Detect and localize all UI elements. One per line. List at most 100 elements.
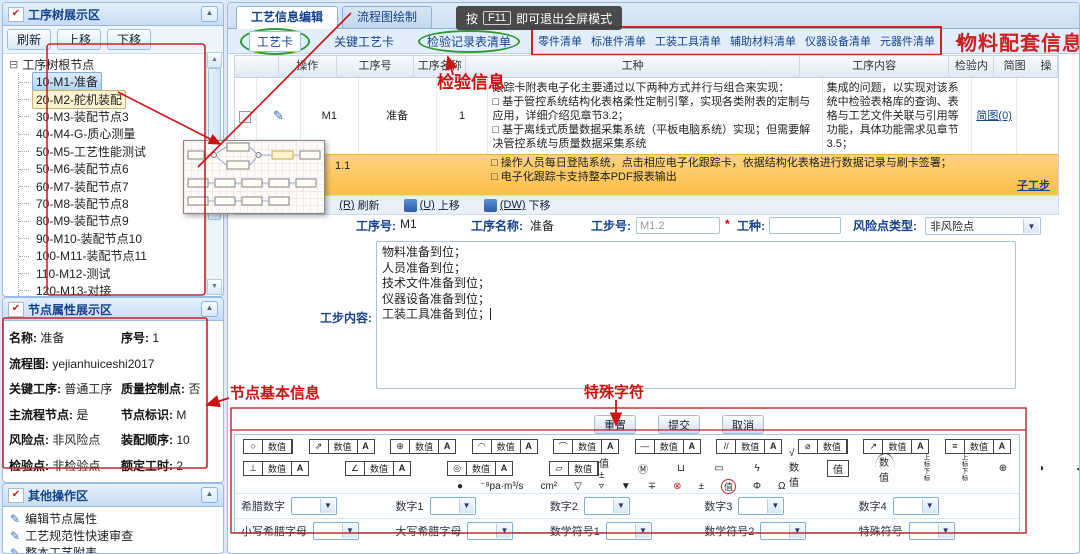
grid-column-header[interactable]: 工序号 <box>337 56 415 77</box>
step-content-textarea[interactable]: 物料准备到位； 人员准备到位； 技术文件准备到位； 仪器设备准备到位； 工装工具… <box>376 241 1016 389</box>
grid-column-header[interactable]: 工种 <box>466 56 800 77</box>
special-symbol-button[interactable]: Φ <box>753 481 761 492</box>
symbol-select[interactable]: ▼ <box>909 522 955 540</box>
document-tab[interactable]: 检验记录表清单 <box>427 33 511 50</box>
material-tab[interactable]: 零件清单 <box>538 33 582 49</box>
top-tab[interactable]: 流程图绘制 <box>342 6 432 28</box>
action-button[interactable]: 提交 <box>658 415 700 434</box>
step-no-input[interactable]: M1.2 <box>636 217 720 234</box>
gdt-frame-button[interactable]: ◎ 数值 A <box>447 461 513 476</box>
sketch-link[interactable]: 简图(0) <box>976 109 1011 123</box>
special-symbol-button[interactable]: ◕ <box>1073 463 1080 474</box>
chevron-down-icon[interactable]: ▼ <box>496 524 511 538</box>
gdt-frame-button[interactable]: ○ 数值 <box>243 439 293 454</box>
special-symbol-button[interactable]: 值 <box>827 460 849 477</box>
tree-node[interactable]: 40-M4-G-质心测量 <box>19 125 207 142</box>
tree-toolbar-button[interactable]: 刷新 <box>7 29 51 50</box>
scroll-down-icon[interactable]: ▼ <box>207 279 222 295</box>
chevron-down-icon[interactable]: ▼ <box>1023 219 1039 233</box>
action-button[interactable]: 重置 <box>594 415 636 434</box>
material-tab[interactable]: 标准件清单 <box>591 33 646 49</box>
special-symbol-button[interactable]: 数值 <box>875 453 895 484</box>
action-button[interactable]: 取消 <box>722 415 764 434</box>
operation-link[interactable]: ✎ 编辑节点属性 <box>3 510 223 527</box>
gdt-frame-button[interactable]: ∠ 数值 A <box>345 461 411 476</box>
symbol-select[interactable]: ▼ <box>291 497 337 515</box>
special-symbol-button[interactable]: 上标 下标 <box>921 454 933 482</box>
symbol-select[interactable]: ▼ <box>738 497 784 515</box>
chevron-down-icon[interactable]: ▼ <box>922 499 937 513</box>
material-tab[interactable]: 辅助材料清单 <box>730 33 796 49</box>
special-symbol-button[interactable]: Ω <box>778 481 785 492</box>
grid-column-header[interactable]: 操作 <box>279 56 337 77</box>
tree-node[interactable]: 120-M13-对接 <box>19 282 207 296</box>
chevron-down-icon[interactable]: ▼ <box>342 524 357 538</box>
grid-column-header[interactable]: 简图 <box>994 56 1035 77</box>
special-symbol-button[interactable]: ▼ <box>621 481 631 492</box>
tree-node[interactable]: 100-M11-装配节点11 <box>19 247 207 264</box>
gdt-frame-button[interactable]: ⇗ 数值 A <box>309 439 375 454</box>
special-symbol-button[interactable]: ▽ <box>574 481 582 492</box>
special-symbol-button[interactable]: 值 <box>721 479 736 494</box>
special-symbol-button[interactable]: 值± <box>599 455 611 481</box>
gdt-frame-button[interactable]: ◠ 数值 A <box>472 439 538 454</box>
collapse-expander-icon[interactable]: ⊟ <box>9 58 18 71</box>
collapse-icon[interactable]: ▲ <box>201 487 218 503</box>
substep-link[interactable]: 子工步 <box>1017 177 1050 193</box>
tree-node[interactable]: 10-M1-准备 <box>19 73 207 90</box>
special-symbol-button[interactable]: √数值 <box>789 448 801 489</box>
material-tab[interactable]: 仪器设备清单 <box>805 33 871 49</box>
grid-column-header[interactable]: 工序名称 <box>414 56 466 77</box>
symbol-select[interactable]: ▼ <box>313 522 359 540</box>
tree-node[interactable]: 30-M3-装配节点3 <box>19 108 207 125</box>
operation-link[interactable]: ✎ 整本工艺附表 <box>3 544 223 554</box>
symbol-select[interactable]: ▼ <box>584 497 630 515</box>
special-symbol-button[interactable]: ⁻⁸pa·m³/s <box>480 481 523 492</box>
special-symbol-button[interactable]: cm² <box>540 481 557 492</box>
chevron-down-icon[interactable]: ▼ <box>320 499 335 513</box>
document-tab[interactable]: 工艺卡 <box>249 31 301 52</box>
tree-node[interactable]: 80-M9-装配节点9 <box>19 212 207 229</box>
toolbar-button[interactable]: (U)上移 <box>404 197 460 213</box>
grid-column-header[interactable]: 工序内容 <box>800 56 949 77</box>
chevron-down-icon[interactable]: ▼ <box>767 499 782 513</box>
gdt-frame-button[interactable]: ⊕ 数值 A <box>390 439 456 454</box>
special-symbol-button[interactable]: ⊕ <box>997 463 1009 474</box>
operation-link[interactable]: ✎ 工艺规范性快速审查 <box>3 527 223 544</box>
grid-column-header[interactable]: 操作 <box>1035 56 1058 77</box>
special-symbol-button[interactable]: ϟ <box>751 463 763 474</box>
top-tab[interactable]: 工艺信息编辑 <box>236 6 338 29</box>
special-symbol-button[interactable]: ▭ <box>713 463 725 474</box>
tree-node[interactable]: 70-M8-装配节点8 <box>19 195 207 212</box>
tree-node[interactable]: 50-M5-工艺性能测试 <box>19 143 207 160</box>
tree-node[interactable]: 90-M10-装配节点10 <box>19 230 207 247</box>
document-tab[interactable]: 关键工艺卡 <box>334 33 394 50</box>
grid-column-header[interactable] <box>235 56 279 77</box>
special-symbol-button[interactable]: ∓ <box>648 481 656 492</box>
scroll-up-icon[interactable]: ▲ <box>207 52 222 68</box>
special-symbol-button[interactable]: ● <box>457 481 463 492</box>
special-symbol-button[interactable]: ⊔ <box>675 463 687 474</box>
tree-node[interactable]: 20-M2-舵机装配 <box>19 90 207 107</box>
material-tab[interactable]: 工装工具清单 <box>655 33 721 49</box>
special-symbol-button[interactable]: Ⓜ <box>637 461 649 476</box>
special-symbol-button[interactable]: ◑ <box>1035 463 1047 474</box>
gdt-frame-button[interactable]: ⊥ 数值 A <box>243 461 309 476</box>
tree-toolbar-button[interactable]: 下移 <box>107 29 151 50</box>
special-symbol-button[interactable]: ⊗ <box>673 481 681 492</box>
symbol-select[interactable]: ▼ <box>760 522 806 540</box>
toolbar-button[interactable]: (DW)下移 <box>484 197 551 213</box>
chevron-down-icon[interactable]: ▼ <box>459 499 474 513</box>
grid-column-header[interactable]: 检验内容 <box>949 56 994 77</box>
tree-node[interactable]: 60-M7-装配节点7 <box>19 177 207 194</box>
chevron-down-icon[interactable]: ▼ <box>613 499 628 513</box>
special-symbol-button[interactable]: ± <box>699 481 705 492</box>
gdt-frame-button[interactable]: ▱ 数值 <box>549 461 599 476</box>
collapse-icon[interactable]: ▲ <box>201 301 218 317</box>
collapse-icon[interactable]: ▲ <box>201 6 218 22</box>
chevron-down-icon[interactable]: ▼ <box>789 524 804 538</box>
material-tab[interactable]: 元器件清单 <box>880 33 935 49</box>
special-symbol-button[interactable]: 上标 下标 <box>959 454 971 482</box>
special-symbol-button[interactable]: ▿ <box>599 481 604 492</box>
tree-node[interactable]: 50-M6-装配节点6 <box>19 160 207 177</box>
